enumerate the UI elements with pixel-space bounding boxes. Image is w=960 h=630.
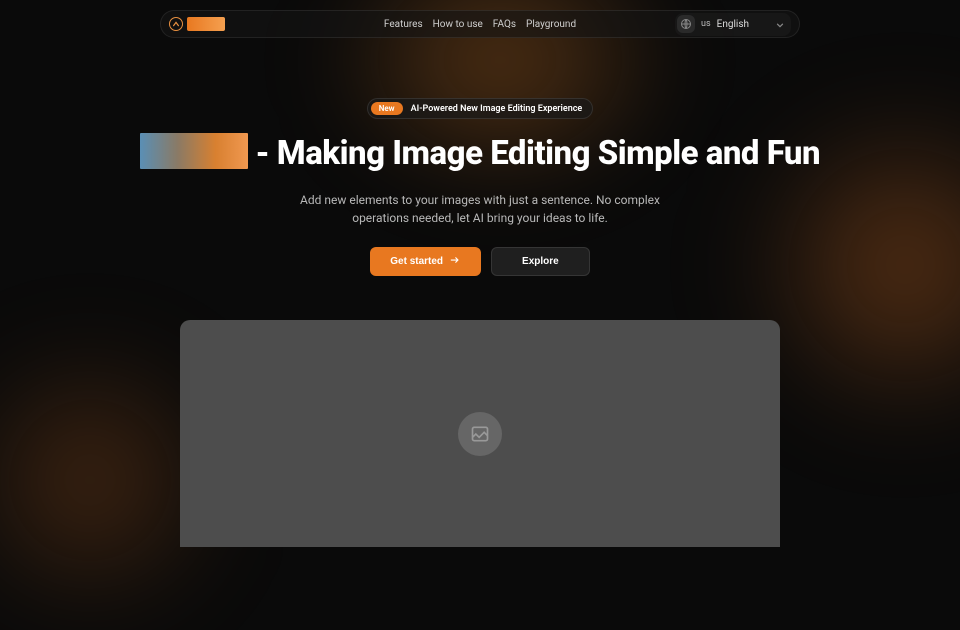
image-placeholder-icon <box>458 412 502 456</box>
brand-gradient <box>140 133 248 169</box>
cta-row: Get started Explore <box>0 247 960 276</box>
logo-icon <box>169 17 183 31</box>
nav-link-features[interactable]: Features <box>384 19 423 30</box>
nav-link-faqs[interactable]: FAQs <box>493 19 516 30</box>
language-selector[interactable]: us English <box>675 13 791 36</box>
explore-button[interactable]: Explore <box>491 247 590 276</box>
logo[interactable] <box>169 17 225 31</box>
page-title: - Making Image Editing Simple and Fun <box>0 137 960 173</box>
badge-text: AI-Powered New Image Editing Experience <box>411 104 583 114</box>
logo-wordmark <box>187 17 225 31</box>
language-code: us <box>701 19 711 29</box>
headline-text: - Making Image Editing Simple and Fun <box>248 134 820 173</box>
get-started-button[interactable]: Get started <box>370 247 481 276</box>
nav-link-playground[interactable]: Playground <box>526 19 576 30</box>
explore-label: Explore <box>522 256 559 267</box>
nav-links: Features How to use FAQs Playground <box>384 19 576 30</box>
get-started-label: Get started <box>390 256 443 267</box>
language-label: English <box>717 19 749 30</box>
badge-pill: New <box>371 102 403 115</box>
hero-section: New AI-Powered New Image Editing Experie… <box>0 96 960 276</box>
navbar: Features How to use FAQs Playground us E… <box>160 10 800 38</box>
arrow-right-icon <box>449 254 461 269</box>
preview-image-area <box>180 320 780 547</box>
announcement-badge[interactable]: New AI-Powered New Image Editing Experie… <box>367 98 594 119</box>
nav-link-how-to-use[interactable]: How to use <box>433 19 483 30</box>
subheadline: Add new elements to your images with jus… <box>290 191 670 227</box>
chevron-down-icon <box>775 15 785 34</box>
globe-icon <box>677 15 695 33</box>
